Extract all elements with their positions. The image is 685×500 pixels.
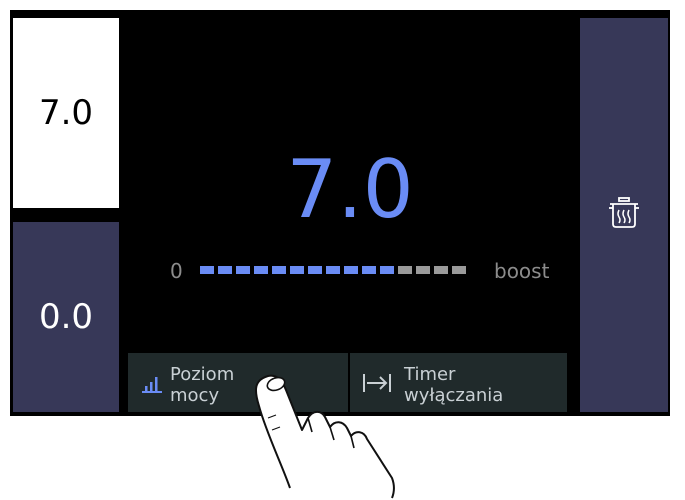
scale-max-label: boost [494,259,550,283]
pot-icon [604,193,644,237]
power-segment-inactive [434,266,448,274]
power-segment-active [236,266,250,274]
power-segment-active [326,266,340,274]
cookware-zone-button[interactable] [580,18,668,412]
cooking-zone-top-button[interactable]: 7.0 [13,18,119,208]
cooktop-display: 7.0 0.0 7.0 0 boost Poziom mocy Timer wy… [10,10,670,416]
power-segment-active [380,266,394,274]
power-segment-active [362,266,376,274]
power-segment-active [308,266,322,274]
power-segment-active [344,266,358,274]
power-level-bar[interactable] [200,266,470,274]
power-segment-active [200,266,214,274]
power-level-button-label: Poziom mocy [170,363,235,406]
bars-icon [140,371,164,395]
cooking-zone-bottom-button[interactable]: 0.0 [13,222,119,412]
hand-pointer-icon [254,374,395,499]
power-segment-inactive [452,266,466,274]
current-power-level: 7.0 [286,143,414,236]
scale-min-label: 0 [170,259,183,283]
power-segment-inactive [416,266,430,274]
power-segment-inactive [398,266,412,274]
power-segment-active [218,266,232,274]
zone-bottom-power-value: 0.0 [38,297,94,337]
power-segment-active [290,266,304,274]
power-segment-active [254,266,268,274]
zone-top-power-value: 7.0 [38,93,94,133]
power-segment-active [272,266,286,274]
